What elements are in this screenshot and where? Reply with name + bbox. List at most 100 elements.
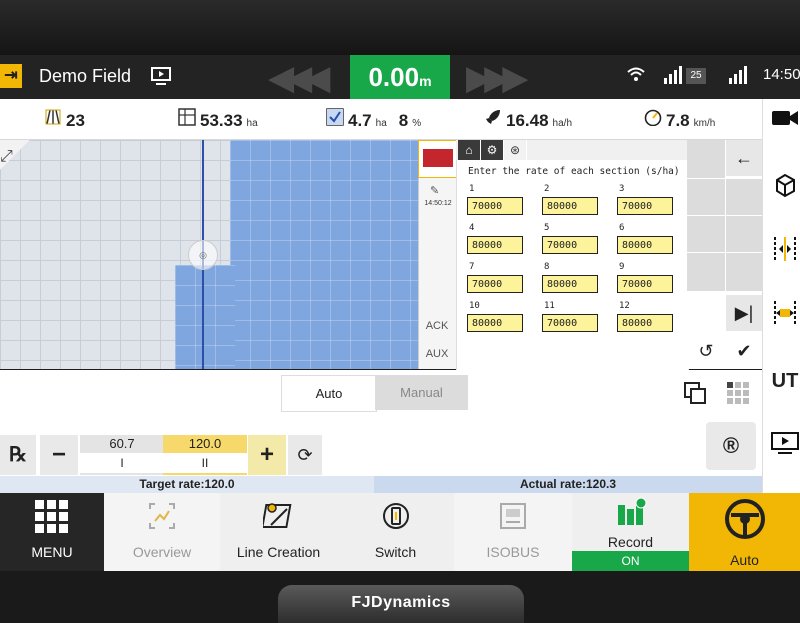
rate-one-box[interactable]: 60.7 I — [80, 435, 164, 475]
section-rate-input[interactable]: 70000 — [467, 275, 523, 293]
screen-cast-icon[interactable] — [150, 66, 172, 86]
center-line-icon[interactable] — [770, 300, 800, 330]
overview-icon — [104, 493, 220, 537]
aux-button[interactable]: AUX — [419, 348, 455, 360]
ut-label[interactable]: UT — [770, 366, 800, 396]
section-label: 10 — [469, 301, 480, 311]
work-rate-unit: ha/h — [552, 118, 573, 129]
rate-one-label: I — [80, 453, 164, 473]
speed-value: 0.00 — [368, 62, 420, 92]
section-rate-input[interactable]: 70000 — [542, 236, 598, 254]
record-label: Record — [607, 534, 654, 550]
pad-cell — [726, 216, 762, 252]
pad-cell — [687, 140, 725, 178]
steer-left-indicator-icon: ◀◀◀ — [268, 59, 331, 97]
section-label: 7 — [469, 262, 475, 272]
section-rate-input[interactable]: 70000 — [467, 197, 523, 215]
fullscreen-icon[interactable]: ⤢ — [0, 148, 18, 166]
menu-button[interactable]: MENU — [0, 493, 104, 571]
work-rate-value: 16.48 — [506, 111, 549, 130]
rate-two-label: II — [163, 453, 247, 473]
speedometer-icon — [644, 109, 662, 126]
section-label: 8 — [544, 262, 550, 272]
wifi-icon — [626, 66, 646, 86]
area-total-value: 53.33 — [200, 111, 243, 130]
mode-manual-button[interactable]: Manual — [375, 375, 468, 410]
cellular-signal-icon — [728, 66, 748, 88]
refresh-icon[interactable]: ⟳ — [288, 435, 322, 475]
pad-cell — [687, 253, 725, 291]
rocket-icon — [486, 110, 500, 124]
mode-auto-button[interactable]: Auto — [281, 375, 377, 412]
stat-speed: 7.8 km/h — [644, 108, 715, 131]
grid-view-icon[interactable] — [726, 381, 750, 405]
section-rate-input[interactable]: 80000 — [617, 236, 673, 254]
section-rate-input[interactable]: 70000 — [542, 314, 598, 332]
line-creation-icon — [220, 493, 337, 537]
video-play-icon[interactable] — [770, 430, 800, 460]
stat-area-total: 53.33 ha — [178, 108, 258, 131]
percent-unit: % — [412, 118, 422, 129]
brand-logo: FJDynamics — [278, 585, 524, 623]
camera-icon[interactable] — [770, 107, 800, 137]
percent-value: 8 — [398, 111, 409, 130]
area-done-unit: ha — [375, 118, 387, 129]
switch-button[interactable]: Switch — [337, 493, 455, 571]
section-label: 11 — [544, 301, 555, 311]
section-rate-input[interactable]: 70000 — [617, 197, 673, 215]
vehicle-marker: ◎ — [188, 240, 218, 270]
cube-3d-icon[interactable] — [770, 172, 800, 202]
switch-label: Switch — [374, 544, 417, 560]
passes-value: 23 — [66, 111, 85, 130]
increase-rate-button[interactable]: + — [248, 435, 286, 475]
rate-two-box[interactable]: 120.0 II — [163, 435, 247, 475]
section-rate-input[interactable]: 80000 — [617, 314, 673, 332]
area-check-icon — [326, 108, 344, 126]
settings-icon[interactable]: ⚙ — [481, 140, 504, 160]
exit-icon[interactable]: ⇥ — [0, 64, 22, 88]
skip-next-icon[interactable]: ▶| — [726, 295, 762, 331]
overview-button[interactable]: Overview — [104, 493, 221, 571]
steer-right-indicator-icon: ▶▶▶ — [466, 59, 529, 97]
area-total-unit: ha — [246, 118, 258, 129]
field-title: Demo Field — [39, 66, 132, 86]
section-icon[interactable]: ⊛ — [504, 140, 527, 160]
coverage-area — [230, 140, 418, 369]
shift-line-icon[interactable] — [770, 236, 800, 266]
actual-rate: Actual rate:120.3 — [374, 476, 762, 493]
pad-cell — [726, 253, 762, 291]
back-arrow-icon[interactable]: ← — [726, 140, 762, 176]
isobus-label: ISOBUS — [486, 544, 540, 560]
line-creation-button[interactable]: Line Creation — [220, 493, 338, 571]
section-rate-input[interactable]: 80000 — [542, 197, 598, 215]
ack-button[interactable]: ACK — [419, 320, 455, 332]
pad-cell — [687, 179, 725, 215]
section-rate-input[interactable]: 80000 — [467, 236, 523, 254]
undo-icon[interactable]: ↺ — [688, 333, 724, 369]
record-r-icon[interactable]: ® — [706, 422, 756, 470]
rate-one-value: 60.7 — [109, 436, 135, 451]
section-rate-input[interactable]: 80000 — [542, 275, 598, 293]
layers-icon[interactable] — [683, 381, 707, 405]
stat-area-done: 4.7 ha 8% — [326, 108, 421, 131]
field-grid-icon — [178, 108, 196, 126]
section-rate-input[interactable]: 80000 — [467, 314, 523, 332]
speed-unit: m — [419, 73, 432, 89]
implement-thumbnail[interactable] — [418, 140, 458, 178]
section-rate-input[interactable]: 70000 — [617, 275, 673, 293]
decrease-rate-button[interactable]: − — [40, 435, 78, 475]
prescription-icon[interactable]: ℞ — [0, 435, 36, 475]
isobus-button[interactable]: ISOBUS — [454, 493, 573, 571]
dialog-tabs: ⌂ ⚙ ⊛ — [458, 140, 527, 160]
section-label: 1 — [469, 184, 475, 194]
field-map[interactable]: ◎ — [0, 140, 418, 369]
switch-icon — [337, 493, 454, 537]
home-icon[interactable]: ⌂ — [458, 140, 481, 160]
confirm-check-icon[interactable]: ✔ — [726, 333, 762, 369]
record-button[interactable]: Record ON — [572, 493, 689, 571]
coverage-area — [175, 265, 235, 369]
auto-steer-button[interactable]: Auto — [689, 493, 800, 571]
speed-stat-value: 7.8 — [666, 111, 690, 130]
rate-two-value: 120.0 — [188, 436, 222, 451]
isobus-icon — [454, 493, 572, 537]
